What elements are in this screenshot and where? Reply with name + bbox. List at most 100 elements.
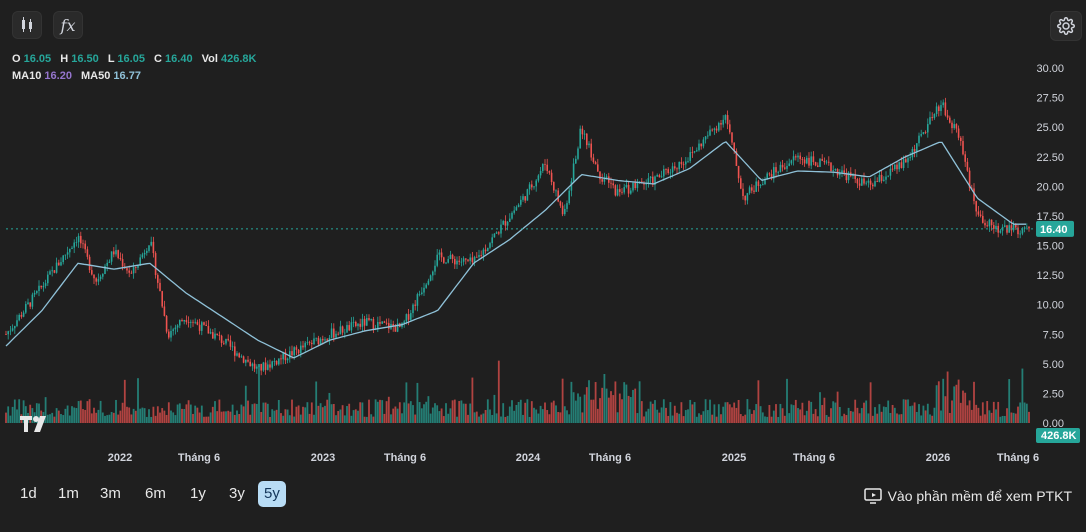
- volume-bar: [722, 406, 725, 423]
- volume-bar: [838, 406, 841, 423]
- candle-body: [80, 235, 82, 244]
- candle-body: [495, 232, 498, 234]
- volume-bar: [746, 399, 749, 423]
- candle-body: [874, 181, 876, 187]
- candle-body: [960, 137, 962, 142]
- candle-body: [737, 165, 740, 179]
- candle-body: [792, 156, 795, 161]
- volume-bar: [117, 414, 120, 423]
- candle-body: [489, 243, 491, 248]
- volume-bar: [1010, 412, 1013, 423]
- candle-body: [97, 278, 100, 282]
- volume-bar: [154, 415, 157, 423]
- volume-bar: [128, 407, 131, 423]
- candle-body: [553, 182, 555, 191]
- volume-bar: [161, 408, 164, 423]
- volume-bar: [66, 405, 69, 423]
- volume-bar: [935, 385, 938, 423]
- range-button-1d[interactable]: 1d: [14, 481, 43, 507]
- candle-body: [40, 285, 42, 288]
- candle-body: [1023, 227, 1026, 229]
- volume-bar: [137, 378, 139, 423]
- volume-bar: [90, 413, 93, 423]
- open-app-link[interactable]: Vào phần mềm để xem PTKT: [863, 488, 1072, 504]
- candlestick-chart-button[interactable]: [12, 11, 42, 39]
- candle-body: [425, 284, 427, 288]
- volume-bar: [328, 392, 331, 423]
- range-button-6m[interactable]: 6m: [139, 481, 172, 507]
- volume-bar: [222, 411, 225, 423]
- range-button-3m[interactable]: 3m: [94, 481, 127, 507]
- volume-bar: [352, 410, 355, 423]
- candle-body: [740, 178, 742, 189]
- candle-body: [498, 232, 500, 234]
- volume-bar: [715, 416, 718, 423]
- volume-bar: [610, 391, 612, 423]
- candle-body: [482, 249, 485, 256]
- volume-bar: [713, 404, 716, 423]
- candle-body: [528, 184, 531, 190]
- volume-bar: [539, 405, 542, 423]
- candle-body: [713, 128, 716, 130]
- volume-bar: [449, 408, 452, 423]
- range-button-1m[interactable]: 1m: [52, 481, 85, 507]
- volume-bar: [313, 414, 315, 423]
- volume-bar: [814, 409, 817, 423]
- volume-bar: [225, 411, 227, 423]
- candle-body: [689, 152, 691, 162]
- volume-bar: [163, 410, 166, 423]
- candle-body: [126, 268, 128, 271]
- volume-bar: [574, 400, 577, 423]
- volume-bar: [898, 414, 901, 423]
- volume-bar: [513, 410, 516, 423]
- volume-bar: [739, 414, 742, 423]
- price-chart[interactable]: 30.0027.5025.0022.5020.0017.5015.0012.50…: [0, 48, 1086, 468]
- volume-bar: [379, 399, 381, 423]
- volume-bar: [742, 416, 744, 423]
- candle-body: [405, 314, 408, 322]
- candle-body: [520, 199, 522, 205]
- candle-body: [445, 262, 447, 264]
- candle-body: [484, 249, 487, 252]
- candle-body: [165, 315, 168, 332]
- volume-bar: [907, 399, 909, 423]
- volume-bar: [682, 416, 685, 423]
- candle-body: [436, 254, 438, 266]
- candle-body: [768, 173, 771, 175]
- volume-bar: [431, 407, 434, 423]
- candle-body: [762, 184, 764, 186]
- volume-bar: [416, 382, 419, 423]
- candle-body: [396, 323, 399, 332]
- range-button-3y[interactable]: 3y: [223, 481, 251, 507]
- candle-body: [73, 242, 75, 248]
- indicators-button[interactable]: fx: [53, 11, 83, 39]
- settings-button[interactable]: [1050, 11, 1082, 41]
- range-button-5y[interactable]: 5y: [258, 481, 286, 507]
- candle-body: [458, 260, 460, 262]
- candle-body: [834, 169, 837, 171]
- range-button-1y[interactable]: 1y: [184, 481, 212, 507]
- candle-body: [262, 362, 265, 371]
- candle-body: [940, 105, 942, 112]
- candle-body: [163, 306, 166, 316]
- volume-bar: [981, 402, 984, 423]
- candle-body: [634, 182, 636, 189]
- volume-bar: [106, 415, 109, 423]
- volume-bar: [955, 384, 958, 423]
- volume-bar: [975, 404, 978, 423]
- volume-bar: [95, 412, 98, 423]
- volume-bar: [830, 408, 832, 423]
- candle-body: [720, 123, 722, 125]
- volume-bar: [460, 400, 463, 423]
- volume-bar: [988, 410, 991, 423]
- volume-bar: [79, 400, 82, 423]
- candle-body: [128, 270, 130, 273]
- volume-bar: [480, 414, 483, 423]
- candle-body: [781, 164, 784, 168]
- volume-bar: [409, 401, 412, 423]
- volume-bar: [64, 408, 67, 423]
- candle-body: [11, 328, 14, 331]
- candles: [5, 97, 1030, 376]
- candle-body: [229, 340, 232, 347]
- candle-body: [999, 230, 1002, 233]
